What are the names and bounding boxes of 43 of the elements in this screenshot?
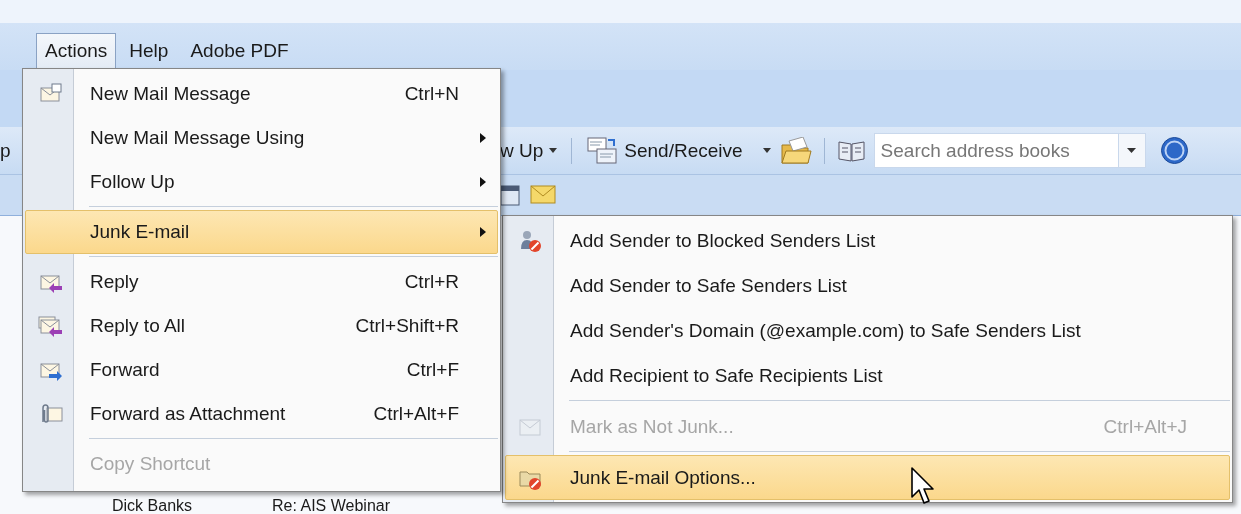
send-receive-icon [586,135,619,166]
caret-icon [549,148,558,153]
shortcut-text: Ctrl+N [404,83,460,105]
menu-item[interactable]: Add Sender to Safe Senders List [505,263,1230,308]
blocked-sender-icon [518,228,544,253]
envelope-icon [530,183,556,207]
search-field[interactable]: Search address books [873,133,1119,168]
dropdown-arrow-icon [1127,148,1137,153]
menu-item[interactable]: Reply Ctrl+R [25,260,498,304]
shortcut-text: Ctrl+Alt+J [1103,415,1188,438]
caret-icon [762,148,771,153]
shortcut-text: Ctrl+F [406,359,460,381]
menu-item[interactable]: Add Sender's Domain (@example.com) to Safe Senders List [505,308,1230,353]
toolbar-label: p [0,139,12,162]
submenu-arrow-icon [480,177,486,187]
shortcut-text: Ctrl+Shift+R [355,315,460,337]
help-icon [1159,136,1189,165]
send-receive-button[interactable]: Send/Receive [584,131,773,170]
submenu-arrow-icon [480,227,486,237]
menu-item[interactable]: Add Recipient to Safe Recipients List [505,353,1230,398]
mouse-pointer-icon [910,466,936,506]
submenu-arrow-icon [480,133,486,143]
dropdown-button[interactable] [1118,133,1146,168]
menu-item[interactable]: Add Sender to Blocked Senders List [505,218,1230,263]
calendar-icon [500,184,520,206]
menu-bar-item[interactable]: Adobe PDF [181,33,298,70]
folder-icon [780,136,812,165]
shortcut-text: Ctrl+R [404,271,460,293]
follow-up-button[interactable]: w Up [498,135,560,166]
menu-item[interactable]: Forward Ctrl+F [25,348,498,392]
menu-item[interactable]: Forward as Attachment Ctrl+Alt+F [25,392,498,436]
shortcut-text: Ctrl+Alt+F [373,403,460,425]
menu-item[interactable]: New Mail Message Using [25,116,498,160]
menu-bar-item[interactable]: Help [120,33,178,70]
reply-all-icon [38,314,64,338]
menu-bar-item[interactable]: Actions [36,33,117,70]
message-subject: Re: AIS Webinar [272,498,390,514]
menu-item[interactable]: Junk E-mail Options... [505,455,1230,500]
menu-item[interactable]: Reply to All Ctrl+Shift+R [25,304,498,348]
menu-item[interactable]: Junk E-mail [25,210,498,254]
menu-item[interactable]: Follow Up [25,160,498,204]
sender-name: Dick Banks [112,498,193,514]
address-book-icon [836,138,866,163]
